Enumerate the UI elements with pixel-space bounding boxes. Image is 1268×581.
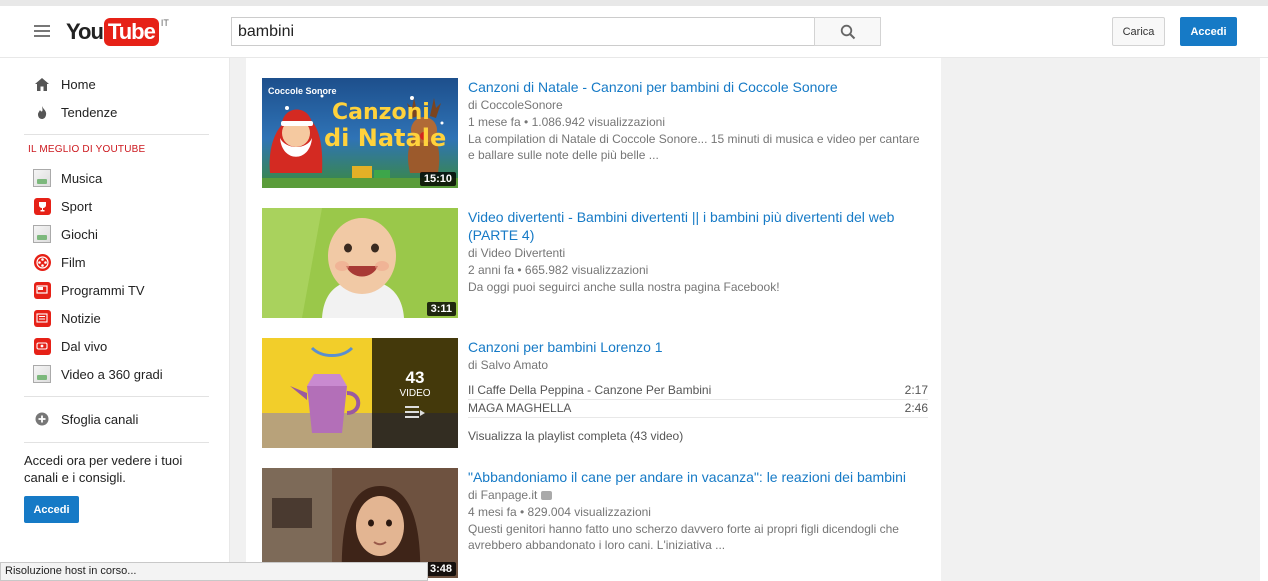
- view-full-playlist-link[interactable]: Visualizza la playlist completa (43 vide…: [468, 429, 928, 443]
- live-icon: [32, 336, 52, 356]
- broken-image-icon: [32, 224, 52, 244]
- browser-status-bar: Risoluzione host in corso...: [0, 562, 428, 581]
- video-duration: 15:10: [419, 172, 456, 186]
- playlist-thumbnail[interactable]: 43 VIDEO: [262, 338, 458, 448]
- verified-icon: [541, 491, 553, 501]
- right-edge: [1260, 58, 1268, 581]
- sidebar-item-trending[interactable]: Tendenze: [32, 100, 117, 124]
- newspaper-icon: [32, 308, 52, 328]
- sidebar-divider: [24, 134, 209, 135]
- thumb-text: Coccole Sonore: [268, 86, 337, 96]
- playlist-items: Il Caffe Della Peppina - Canzone Per Bam…: [468, 382, 928, 418]
- tv-icon: [32, 280, 52, 300]
- video-thumbnail[interactable]: 3:11: [262, 208, 458, 318]
- result-item[interactable]: Coccole Sonore Canzoni di Natale 15:10 C…: [262, 78, 932, 188]
- sidebar: Home Tendenze IL MEGLIO DI YOUTUBE Music…: [0, 58, 230, 581]
- playlist-entry[interactable]: MAGA MAGHELLA 2:46: [468, 400, 928, 418]
- playlist-icon: [405, 405, 425, 418]
- playlist-entry-title: Il Caffe Della Peppina - Canzone Per Bam…: [468, 383, 712, 397]
- result-info: Canzoni per bambini Lorenzo 1 di Salvo A…: [468, 338, 928, 443]
- hamburger-menu-icon[interactable]: [34, 25, 50, 39]
- channel-name[interactable]: di Video Divertenti: [468, 245, 928, 261]
- sidebar-item-label: Home: [61, 76, 96, 92]
- result-info: Video divertenti - Bambini divertenti ||…: [468, 208, 928, 295]
- thumb-text: Canzoni: [332, 100, 430, 125]
- sidebar-item-label: Sport: [61, 198, 93, 214]
- playlist-result-item[interactable]: 43 VIDEO Canzoni per bambini Lorenzo 1 d…: [262, 338, 932, 448]
- result-item[interactable]: 3:11 Video divertenti - Bambini diverten…: [262, 208, 932, 318]
- sidebar-signin-button[interactable]: Accedi: [24, 496, 79, 523]
- playlist-entry-title: MAGA MAGHELLA: [468, 401, 572, 415]
- sidebar-divider: [24, 442, 209, 443]
- trophy-icon: [32, 196, 52, 216]
- playlist-entry[interactable]: Il Caffe Della Peppina - Canzone Per Bam…: [468, 382, 928, 400]
- home-icon: [32, 74, 52, 94]
- top-bar: You Tube IT bambini Carica Accedi: [0, 0, 1268, 58]
- playlist-count: 43: [405, 367, 425, 387]
- sidebar-item-label: Giochi: [61, 226, 98, 242]
- sidebar-item-browse-channels[interactable]: Sfoglia canali: [32, 407, 138, 431]
- sidebar-item-label: Tendenze: [61, 104, 118, 120]
- result-info: "Abbandoniamo il cane per andare in vaca…: [468, 468, 928, 553]
- signin-button[interactable]: Accedi: [1180, 17, 1237, 46]
- sidebar-item-live[interactable]: Dal vivo: [32, 334, 107, 358]
- logo-tube-text: Tube: [103, 18, 159, 46]
- channel-name[interactable]: di Salvo Amato: [468, 357, 928, 373]
- thumb-text: di Natale: [324, 124, 447, 152]
- signin-prompt: Accedi ora per vedere i tuoi canali e i …: [24, 453, 183, 485]
- video-duration: 3:48: [425, 562, 456, 576]
- youtube-logo[interactable]: You Tube IT: [66, 16, 169, 48]
- sidebar-item-news[interactable]: Notizie: [32, 306, 101, 330]
- channel-name-row: di Fanpage.it: [468, 487, 928, 503]
- sidebar-item-label: Film: [61, 254, 86, 270]
- search-icon: [840, 24, 855, 39]
- playlist-count-label: VIDEO: [399, 387, 431, 399]
- film-reel-icon: [32, 252, 52, 272]
- video-title-link[interactable]: "Abbandoniamo il cane per andare in vaca…: [468, 468, 928, 486]
- video-meta: 2 anni fa • 665.982 visualizzazioni: [468, 263, 649, 277]
- video-thumbnail[interactable]: Coccole Sonore Canzoni di Natale 15:10: [262, 78, 458, 188]
- playlist-title-link[interactable]: Canzoni per bambini Lorenzo 1: [468, 338, 928, 356]
- video-duration: 3:11: [426, 302, 456, 316]
- sidebar-divider: [24, 396, 209, 397]
- sidebar-item-label: Programmi TV: [61, 282, 145, 298]
- sidebar-item-sport[interactable]: Sport: [32, 194, 92, 218]
- video-description: Da oggi puoi seguirci anche sulla nostra…: [468, 280, 780, 294]
- result-info: Canzoni di Natale - Canzoni per bambini …: [468, 78, 928, 163]
- search-results: Coccole Sonore Canzoni di Natale 15:10 C…: [246, 58, 941, 581]
- search-button[interactable]: [814, 17, 881, 46]
- video-title-link[interactable]: Video divertenti - Bambini divertenti ||…: [468, 208, 928, 244]
- video-description: Questi genitori hanno fatto uno scherzo …: [468, 522, 899, 552]
- channel-name[interactable]: di CoccoleSonore: [468, 97, 928, 113]
- flame-icon: [32, 102, 52, 122]
- video-meta: 1 mese fa • 1.086.942 visualizzazioni: [468, 115, 665, 129]
- sidebar-item-home[interactable]: Home: [32, 72, 96, 96]
- sidebar-section-title: IL MEGLIO DI YOUTUBE: [28, 144, 146, 155]
- logo-country-code: IT: [160, 18, 169, 28]
- sidebar-item-label: Musica: [61, 170, 103, 186]
- broken-image-icon: [32, 168, 52, 188]
- search-input[interactable]: bambini: [231, 17, 815, 46]
- broken-image-icon: [32, 364, 52, 384]
- logo-you-text: You: [66, 19, 104, 44]
- sidebar-item-label: Dal vivo: [61, 338, 108, 354]
- sidebar-item-label: Video a 360 gradi: [61, 366, 163, 382]
- channel-name[interactable]: di Fanpage.it: [468, 488, 537, 502]
- sidebar-item-film[interactable]: Film: [32, 250, 86, 274]
- sidebar-item-label: Notizie: [61, 310, 101, 326]
- playlist-overlay: 43 VIDEO: [372, 338, 458, 448]
- add-circle-icon: [32, 409, 52, 429]
- sidebar-item-360[interactable]: Video a 360 gradi: [32, 362, 163, 386]
- playlist-entry-duration: 2:46: [904, 401, 928, 415]
- sidebar-item-music[interactable]: Musica: [32, 166, 102, 190]
- upload-button[interactable]: Carica: [1112, 17, 1165, 46]
- video-meta: 4 mesi fa • 829.004 visualizzazioni: [468, 505, 651, 519]
- sidebar-item-games[interactable]: Giochi: [32, 222, 98, 246]
- playlist-entry-duration: 2:17: [904, 383, 928, 397]
- sidebar-item-label: Sfoglia canali: [61, 411, 139, 427]
- video-title-link[interactable]: Canzoni di Natale - Canzoni per bambini …: [468, 78, 928, 96]
- video-description: La compilation di Natale di Coccole Sono…: [468, 132, 920, 162]
- sidebar-item-tv[interactable]: Programmi TV: [32, 278, 145, 302]
